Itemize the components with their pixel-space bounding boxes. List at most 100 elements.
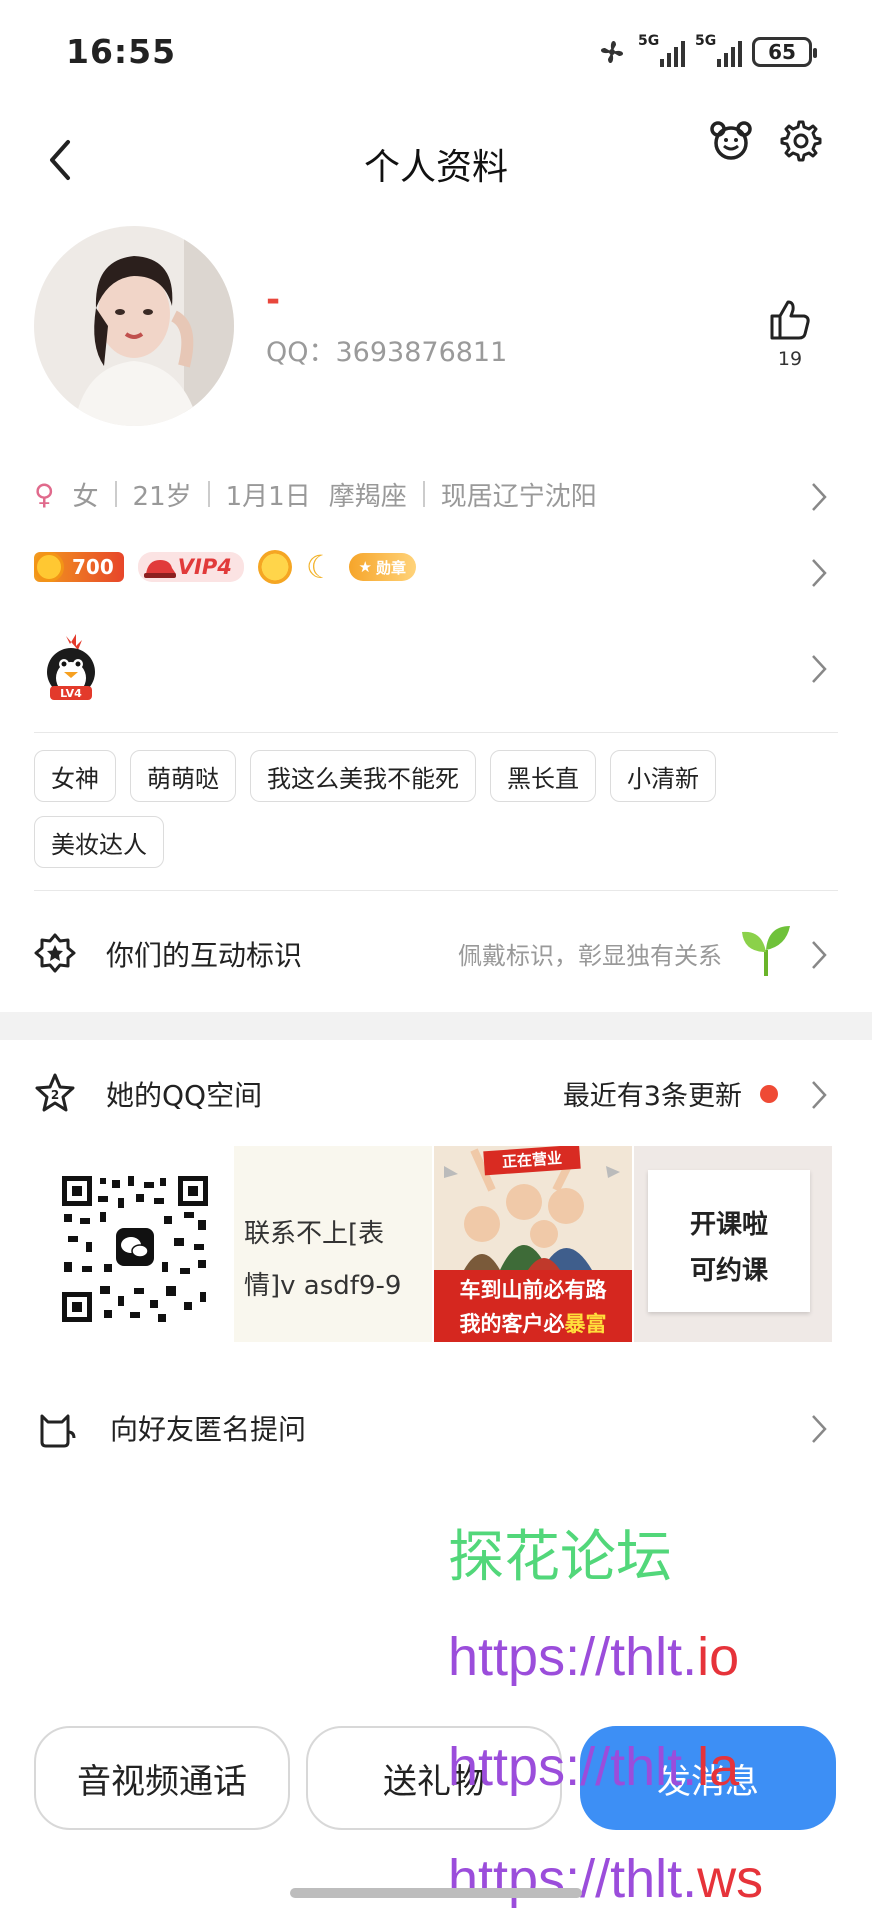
avatar-image <box>34 226 234 426</box>
poster-caption-line2-b: 暴富 <box>564 1312 607 1336</box>
moon-icon: ☾ <box>305 548 335 586</box>
thumbs-up-icon <box>770 300 810 340</box>
interaction-badge-row[interactable]: 你们的互动标识 佩戴标识，彰显独有关系 <box>0 914 872 994</box>
watermark-url-2: https://thlt.la <box>448 1736 739 1798</box>
penguin-level-icon[interactable]: LV4 <box>42 632 100 704</box>
interaction-hint: 佩戴标识，彰显独有关系 <box>458 942 722 970</box>
poster-caption: 车到山前必有路 我的客户必暴富 <box>434 1270 632 1342</box>
section-gap <box>0 1012 872 1040</box>
qzone-thumb-poster[interactable]: 正在营业 车到山前必有路 我的客户必暴富 <box>434 1146 632 1342</box>
qzone-label: 她的QQ空间 <box>106 1079 263 1112</box>
battery-level: 65 <box>768 40 796 64</box>
qzone-thumb-qrcode[interactable] <box>34 1146 232 1342</box>
course-card-line1: 开课啦 <box>689 1210 768 1240</box>
status-bar: 16:55 5G 5G 65 <box>0 0 872 110</box>
chevron-right-icon[interactable] <box>808 938 830 972</box>
badge-row[interactable]: 700 VIP4 ☾ ★ 勋章 <box>34 550 416 584</box>
tag-list: 女神 萌萌哒 我这么美我不能死 黑长直 小清新 美妆达人 <box>34 750 844 868</box>
watermark-url-2-a: https://thlt. <box>448 1737 698 1797</box>
signal-icon-2: 5G <box>695 33 742 67</box>
anonymous-question-row[interactable]: 向好友匿名提问 <box>0 1388 872 1468</box>
qzone-row[interactable]: 2 她的QQ空间 最近有3条更新 <box>0 1054 872 1134</box>
chevron-right-icon[interactable] <box>808 1078 830 1112</box>
tag-item[interactable]: 萌萌哒 <box>130 750 236 802</box>
watermark-url-3-a: https://thlt. <box>448 1849 698 1909</box>
qzone-updates: 最近有3条更新 <box>563 1074 778 1113</box>
tag-item[interactable]: 女神 <box>34 750 116 802</box>
qr-code-image <box>62 1176 208 1322</box>
sprout-icon <box>742 926 790 976</box>
course-card: 开课啦 可约课 <box>648 1170 810 1312</box>
home-indicator[interactable] <box>290 1888 582 1898</box>
chevron-right-icon[interactable] <box>808 1412 830 1446</box>
vip-hat-icon <box>143 560 176 578</box>
divider <box>34 732 838 733</box>
birthday-text: 1月1日 <box>225 481 311 512</box>
thumb-text-line2: 情]v asdf9-9 <box>244 1271 402 1301</box>
sun-icon <box>257 550 292 584</box>
fan-icon <box>600 40 624 64</box>
watermark-url-3: https://thlt.ws <box>448 1848 763 1910</box>
poster-caption-line2: 我的客户必暴富 <box>434 1308 632 1338</box>
age-text: 21岁 <box>132 481 192 512</box>
coin-count: 700 <box>72 555 114 579</box>
watermark-url-3-b: ws <box>697 1849 764 1909</box>
qq-number: QQ：3693876811 <box>266 337 508 368</box>
interaction-label: 你们的互动标识 <box>106 939 303 972</box>
cat-icon <box>40 1414 76 1448</box>
unread-dot <box>760 1084 778 1103</box>
divider <box>34 890 838 891</box>
watermark-title: 探花论坛 <box>448 1525 672 1588</box>
battery-icon: 65 <box>752 37 817 67</box>
coin-icon <box>34 552 64 582</box>
medal-text: 勋章 <box>375 558 406 577</box>
watermark-url-2-b: la <box>697 1737 740 1797</box>
signal-icon-1: 5G <box>638 33 685 67</box>
anonymous-question-label: 向好友匿名提问 <box>110 1413 307 1446</box>
chevron-right-icon[interactable] <box>808 480 830 514</box>
avatar[interactable] <box>34 226 234 426</box>
tag-item[interactable]: 我这么美我不能死 <box>250 750 476 802</box>
divider <box>114 481 117 507</box>
chevron-right-icon[interactable] <box>808 556 830 590</box>
watermark-url-1-b: io <box>697 1627 740 1687</box>
divider <box>422 481 425 507</box>
like-count: 19 <box>777 348 803 370</box>
qzone-thumb-text[interactable]: 联系不上[表 情]v asdf9-9 <box>234 1146 432 1342</box>
location-text: 现居辽宁沈阳 <box>440 481 597 512</box>
qzone-thumbnails: 联系不上[表 情]v asdf9-9 正在营业 车到山前必有路 我的客户必暴富 … <box>34 1146 834 1342</box>
qzone-star-icon: 2 <box>35 1073 75 1112</box>
penguin-level-text: LV4 <box>60 687 82 700</box>
qzone-thumb-card[interactable]: 开课啦 可约课 <box>634 1146 832 1342</box>
poster-caption-line2-a: 我的客户必 <box>459 1312 565 1336</box>
network-label-2: 5G <box>695 33 717 49</box>
watermark-url-1-a: https://thlt. <box>448 1627 698 1687</box>
status-time: 16:55 <box>66 32 177 71</box>
medal-badge: ★ 勋章 <box>348 553 416 581</box>
like-button[interactable]: 19 <box>766 298 814 370</box>
av-call-button[interactable]: 音视频通话 <box>34 1726 290 1830</box>
profile-name: - <box>266 280 281 320</box>
status-icons: 5G 5G 65 <box>596 33 817 68</box>
poster-caption-line1: 车到山前必有路 <box>459 1278 607 1302</box>
svg-text:2: 2 <box>51 1088 59 1102</box>
thumb-text-post: 联系不上[表 情]v asdf9-9 <box>244 1208 401 1312</box>
vip-badge: VIP4 <box>137 552 244 582</box>
tag-item[interactable]: 小清新 <box>610 750 716 802</box>
pet-icon[interactable] <box>708 118 754 164</box>
interaction-star-icon <box>34 933 76 973</box>
coin-badge: 700 <box>34 552 124 582</box>
tag-item[interactable]: 黑长直 <box>490 750 596 802</box>
thumb-text-line1: 联系不上[表 <box>244 1219 385 1249</box>
qzone-updates-text: 最近有3条更新 <box>562 1081 742 1112</box>
course-card-line2: 可约课 <box>689 1256 768 1286</box>
gear-icon[interactable] <box>778 118 824 164</box>
vip-level: VIP4 <box>177 555 232 579</box>
chevron-right-icon[interactable] <box>808 652 830 686</box>
tag-item[interactable]: 美妆达人 <box>34 816 164 868</box>
divider <box>207 481 210 507</box>
network-label-1: 5G <box>638 33 660 49</box>
basic-info-row[interactable]: ♀ 女 21岁 1月1日 摩羯座 现居辽宁沈阳 <box>34 472 834 516</box>
female-icon: ♀ <box>34 477 55 511</box>
watermark-url-1: https://thlt.io <box>448 1626 739 1688</box>
